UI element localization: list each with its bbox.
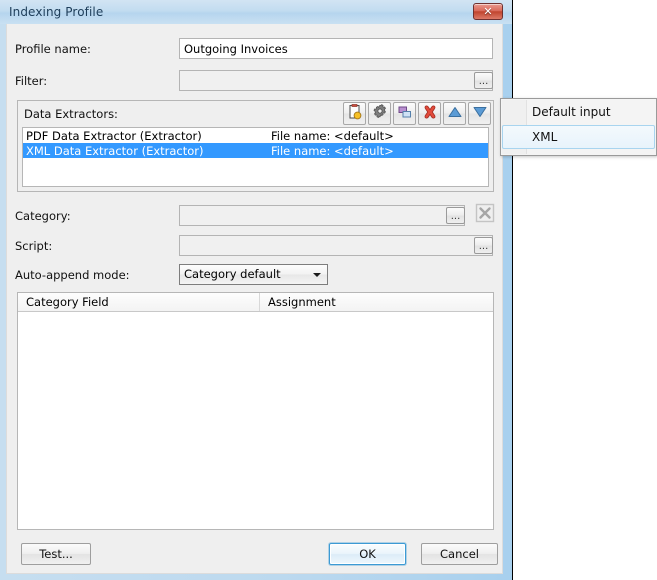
profile-name-label-wrap: Profile name: bbox=[15, 42, 91, 56]
move-up-arrow-icon bbox=[447, 104, 463, 123]
menu-item-xml[interactable]: XML bbox=[502, 125, 655, 149]
script-browse-button[interactable]: ... bbox=[474, 237, 493, 254]
extractor-type-popup-menu[interactable]: Default input XML bbox=[500, 98, 657, 156]
close-icon: ✕ bbox=[483, 5, 493, 18]
menu-item-label: XML bbox=[532, 130, 558, 144]
column-header-category-field[interactable]: Category Field bbox=[18, 293, 260, 311]
chevron-down-icon bbox=[313, 273, 321, 277]
category-label-wrap: Category: bbox=[15, 209, 71, 223]
menu-item-label: Default input bbox=[532, 105, 611, 119]
cancel-button[interactable]: Cancel bbox=[421, 543, 498, 565]
move-extractor-up-button[interactable] bbox=[443, 102, 466, 125]
extractor-name: PDF Data Extractor (Extractor) bbox=[26, 128, 202, 143]
close-button[interactable]: ✕ bbox=[473, 3, 503, 20]
column-header-assignment[interactable]: Assignment bbox=[260, 293, 336, 311]
filter-browse-button[interactable]: ... bbox=[474, 72, 493, 89]
filter-input[interactable] bbox=[179, 70, 493, 91]
delete-extractor-button[interactable] bbox=[418, 102, 441, 125]
extractor-file: File name: <default> bbox=[271, 128, 394, 143]
settings-gear-icon bbox=[372, 104, 388, 123]
copy-extractor-button[interactable] bbox=[393, 102, 416, 125]
data-extractors-toolbar bbox=[343, 102, 491, 125]
table-row[interactable]: PDF Data Extractor (Extractor) File name… bbox=[23, 128, 488, 143]
ellipsis-icon: ... bbox=[478, 76, 489, 87]
category-field-grid[interactable]: Category Field Assignment bbox=[17, 292, 494, 530]
data-extractors-group: Data Extractors: PDF Data Extractor (Ext… bbox=[17, 100, 494, 192]
copy-duplicate-icon bbox=[397, 104, 413, 123]
filter-label-wrap: Filter: bbox=[15, 74, 47, 88]
indexing-profile-dialog: Indexing Profile ✕ Profile name: Filter:… bbox=[0, 0, 513, 580]
clear-x-icon bbox=[474, 202, 496, 227]
extractor-settings-button[interactable] bbox=[368, 102, 391, 125]
category-label: Category: bbox=[15, 209, 71, 223]
dialog-client-area: Profile name: Filter: ... Data Extractor… bbox=[6, 24, 503, 574]
extractor-name: XML Data Extractor (Extractor) bbox=[26, 143, 204, 158]
profile-name-label: Profile name: bbox=[15, 42, 91, 56]
auto-append-mode-value: Category default bbox=[184, 267, 281, 281]
category-clear-button[interactable] bbox=[473, 202, 497, 226]
script-label-wrap: Script: bbox=[15, 239, 52, 253]
move-extractor-down-button[interactable] bbox=[468, 102, 491, 125]
table-row[interactable]: XML Data Extractor (Extractor) File name… bbox=[23, 143, 488, 158]
cancel-button-label: Cancel bbox=[440, 547, 479, 561]
data-extractors-header: Data Extractors: bbox=[18, 101, 493, 127]
test-button[interactable]: Test... bbox=[21, 543, 91, 565]
grid-header-row: Category Field Assignment bbox=[18, 293, 493, 312]
auto-append-mode-select[interactable]: Category default bbox=[179, 264, 328, 285]
new-extractor-button[interactable] bbox=[343, 102, 366, 125]
extractor-file: File name: <default> bbox=[271, 143, 394, 158]
dialog-titlebar[interactable]: Indexing Profile ✕ bbox=[0, 0, 512, 24]
data-extractors-list[interactable]: PDF Data Extractor (Extractor) File name… bbox=[22, 127, 489, 187]
category-browse-button[interactable]: ... bbox=[446, 207, 465, 224]
ok-button[interactable]: OK bbox=[329, 543, 406, 565]
ellipsis-icon: ... bbox=[450, 211, 461, 222]
menu-item-default-input[interactable]: Default input bbox=[502, 100, 655, 124]
test-button-label: Test... bbox=[39, 547, 73, 561]
category-input[interactable] bbox=[179, 205, 465, 226]
script-input[interactable] bbox=[179, 235, 493, 256]
ellipsis-icon: ... bbox=[478, 241, 489, 252]
dialog-title: Indexing Profile bbox=[9, 5, 104, 19]
auto-append-label-wrap: Auto-append mode: bbox=[15, 268, 130, 282]
filter-label: Filter: bbox=[15, 74, 48, 88]
data-extractors-label: Data Extractors: bbox=[24, 107, 118, 121]
delete-red-x-icon bbox=[422, 104, 438, 123]
profile-name-input[interactable] bbox=[179, 38, 493, 59]
move-down-arrow-icon bbox=[472, 104, 488, 123]
script-label: Script: bbox=[15, 239, 53, 253]
auto-append-mode-label: Auto-append mode: bbox=[15, 268, 130, 282]
new-extractor-icon bbox=[347, 104, 363, 123]
ok-button-label: OK bbox=[359, 547, 376, 561]
